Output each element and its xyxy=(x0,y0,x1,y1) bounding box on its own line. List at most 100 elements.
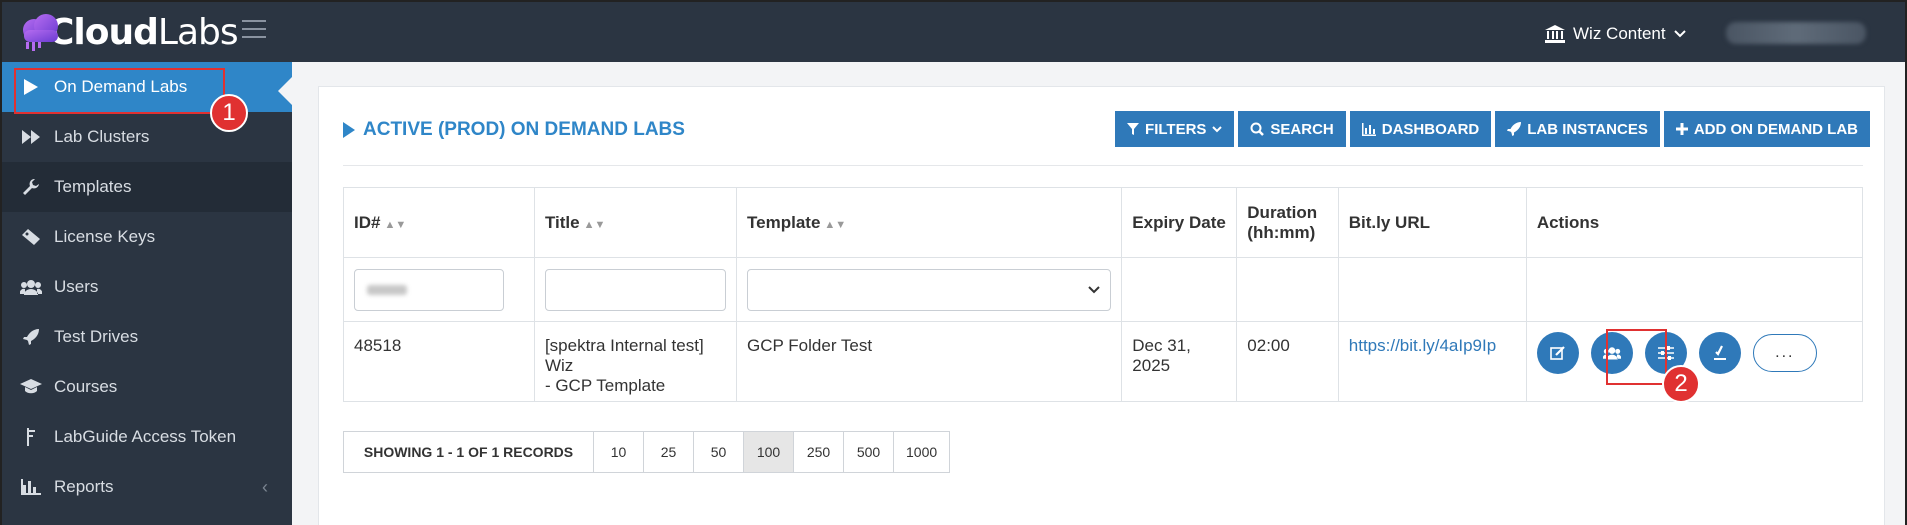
sidebar-item-courses[interactable]: Courses xyxy=(2,362,292,412)
column-header-duration: Duration (hh:mm) xyxy=(1236,187,1339,258)
bar-chart-icon xyxy=(1361,122,1376,136)
page-size-25[interactable]: 25 xyxy=(644,432,694,472)
add-on-demand-lab-button[interactable]: ADD ON DEMAND LAB xyxy=(1663,111,1870,147)
sidebar-item-label: License Keys xyxy=(54,227,156,246)
template-filter-select[interactable] xyxy=(747,268,1112,311)
ellipsis-icon: ... xyxy=(1775,344,1795,361)
chevron-down-icon xyxy=(1673,30,1686,38)
search-button[interactable]: SEARCH xyxy=(1238,111,1346,147)
export-button[interactable] xyxy=(1698,332,1741,374)
table-header-row: ID# ▲▼ Title ▲▼ Template ▲▼ Expiry Date Dur… xyxy=(343,187,1864,258)
add-on-demand-lab-label: ADD ON DEMAND LAB xyxy=(1693,120,1858,138)
page-size-250[interactable]: 250 xyxy=(794,432,844,472)
cloudlabs-logo[interactable]: CloudLabs xyxy=(18,10,239,54)
fast-forward-icon xyxy=(20,130,42,144)
sidebar-item-label: Templates xyxy=(54,177,132,196)
lab-instances-label: LAB INSTANCES xyxy=(1527,120,1648,138)
dashboard-button[interactable]: DASHBOARD xyxy=(1349,111,1492,147)
sidebar-item-users[interactable]: Users xyxy=(2,262,292,312)
dashboard-label: DASHBOARD xyxy=(1381,120,1480,138)
rocket-icon xyxy=(1507,122,1522,136)
page-title: ACTIVE (PROD) ON DEMAND LABS xyxy=(343,119,685,141)
sidebar-item-label: Lab Clusters xyxy=(54,127,150,146)
step-badge-2: 2 xyxy=(1662,365,1700,403)
search-label: SEARCH xyxy=(1270,120,1334,138)
divider xyxy=(343,165,1863,166)
column-header-expiry-date: Expiry Date xyxy=(1121,187,1238,258)
top-navbar: CloudLabs Wiz Content xyxy=(2,2,1905,62)
bar-chart-icon xyxy=(20,479,42,495)
plus-icon xyxy=(1675,123,1688,135)
search-icon xyxy=(1250,122,1265,136)
org-label: Wiz Content xyxy=(1573,24,1666,43)
rocket-icon xyxy=(20,329,42,345)
step-badge-1: 1 xyxy=(210,94,248,132)
records-info: SHOWING 1 - 1 OF 1 RECORDS xyxy=(344,432,594,472)
menu-toggle-icon[interactable] xyxy=(242,20,266,40)
page-title-text: ACTIVE (PROD) ON DEMAND LABS xyxy=(363,119,685,140)
highlight-box-1 xyxy=(14,68,225,114)
cloud-logo-icon xyxy=(23,14,58,51)
cell-duration: 02:00 xyxy=(1236,321,1339,402)
sidebar-item-lab-clusters[interactable]: Lab Clusters xyxy=(2,112,292,162)
edit-icon xyxy=(1550,346,1565,360)
institution-icon xyxy=(1545,25,1565,43)
sidebar-item-templates[interactable]: Templates xyxy=(2,162,292,212)
page-size-100[interactable]: 100 xyxy=(744,432,794,472)
more-actions-button[interactable]: ... xyxy=(1752,334,1817,372)
sidebar-item-label: Users xyxy=(54,277,99,296)
cell-bitly: https://bit.ly/4aIp9Ip xyxy=(1337,321,1527,402)
cell-id: 48518 xyxy=(343,321,535,402)
page-size-1000[interactable]: 1000 xyxy=(894,432,949,472)
sort-icon: ▲▼ xyxy=(384,218,407,231)
play-icon xyxy=(343,122,355,138)
chevron-left-icon: ‹ xyxy=(262,476,268,497)
sidebar-item-license-keys[interactable]: License Keys xyxy=(2,212,292,262)
sidebar: On Demand Labs Lab Clusters Templates Li… xyxy=(2,62,292,525)
column-header-id[interactable]: ID# ▲▼ xyxy=(343,187,535,258)
users-icon xyxy=(20,279,42,295)
lab-instances-button[interactable]: LAB INSTANCES xyxy=(1495,111,1660,147)
sort-icon: ▲▼ xyxy=(583,218,606,231)
download-icon xyxy=(1713,345,1726,360)
bitly-link[interactable]: https://bit.ly/4aIp9Ip xyxy=(1349,336,1496,355)
page-size-10[interactable]: 10 xyxy=(594,432,644,472)
edit-button[interactable] xyxy=(1536,332,1579,374)
title-filter-input[interactable] xyxy=(544,268,727,311)
cell-expiry: Dec 31, 2025 xyxy=(1121,321,1238,402)
filters-button[interactable]: FILTERS xyxy=(1115,111,1235,147)
sidebar-item-label: LabGuide Access Token xyxy=(54,427,237,446)
sidebar-item-label: Courses xyxy=(54,377,118,396)
highlight-box-2 xyxy=(1606,329,1667,385)
graduation-cap-icon xyxy=(20,379,42,395)
cell-template: GCP Folder Test xyxy=(736,321,1123,402)
org-selector[interactable]: Wiz Content xyxy=(1545,24,1686,44)
token-icon xyxy=(20,428,42,446)
blurred-value xyxy=(367,284,407,295)
user-menu[interactable] xyxy=(1726,22,1866,44)
sort-icon: ▲▼ xyxy=(824,218,847,231)
page-size-500[interactable]: 500 xyxy=(844,432,894,472)
main-content: ACTIVE (PROD) ON DEMAND LABS FILTERS SEA… xyxy=(292,62,1905,525)
page-size-50[interactable]: 50 xyxy=(694,432,744,472)
chevron-down-icon xyxy=(1088,285,1100,293)
column-header-actions: Actions xyxy=(1525,187,1864,258)
user-name-blurred xyxy=(1726,22,1866,44)
filter-icon xyxy=(1127,123,1140,135)
active-indicator xyxy=(278,77,292,105)
content-panel: ACTIVE (PROD) ON DEMAND LABS FILTERS SEA… xyxy=(318,86,1885,525)
pagination: SHOWING 1 - 1 OF 1 RECORDS 10 25 50 100 … xyxy=(343,431,951,473)
sidebar-item-label: Test Drives xyxy=(54,327,139,346)
column-header-bitly-url: Bit.ly URL xyxy=(1337,187,1527,258)
id-filter-input[interactable] xyxy=(354,268,504,311)
sidebar-item-labguide-access-token[interactable]: LabGuide Access Token xyxy=(2,412,292,462)
sidebar-item-label: Reports xyxy=(54,477,114,496)
column-header-title[interactable]: Title ▲▼ xyxy=(533,187,738,258)
sidebar-item-reports[interactable]: Reports ‹ xyxy=(2,462,292,512)
toolbar: FILTERS SEARCH DASHBOARD LAB INSTANCES A… xyxy=(1115,111,1870,147)
column-header-template[interactable]: Template ▲▼ xyxy=(736,187,1123,258)
chevron-down-icon xyxy=(1212,125,1223,132)
sidebar-item-test-drives[interactable]: Test Drives xyxy=(2,312,292,362)
brand-name: CloudLabs xyxy=(48,11,239,53)
filter-row xyxy=(343,257,1864,322)
